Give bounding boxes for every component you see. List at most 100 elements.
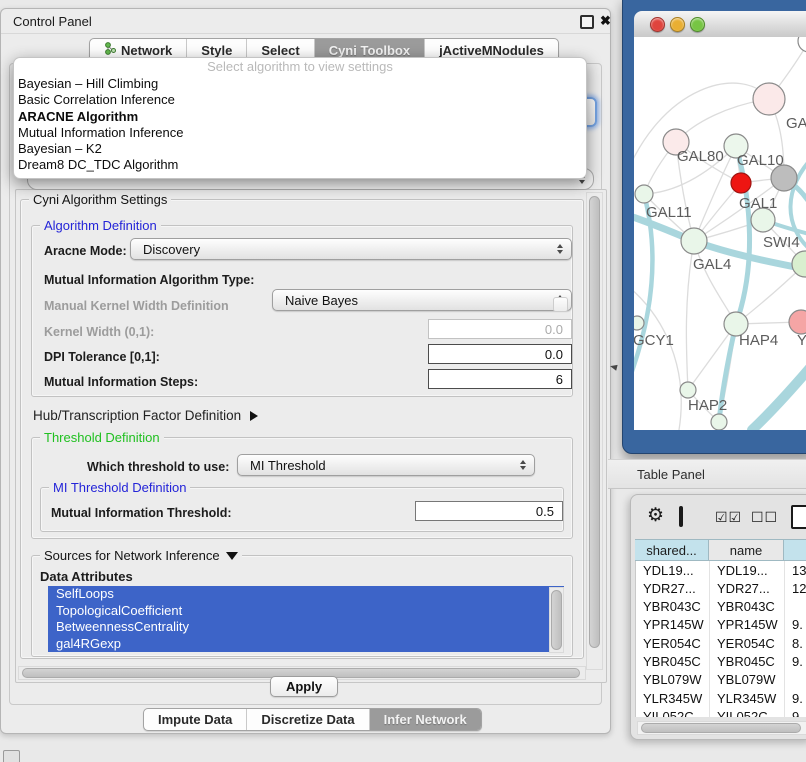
- table-cell: 9.: [785, 616, 806, 634]
- screen: Control Panel ✖ NetworkStyleSelectCyni T…: [0, 0, 806, 762]
- tab-label: jActiveMNodules: [439, 43, 544, 58]
- data-attributes-list[interactable]: SelfLoopsTopologicalCoefficientBetweenne…: [48, 586, 564, 652]
- control-panel-titlebar[interactable]: Control Panel ✖: [1, 9, 610, 34]
- table-row[interactable]: YDL19...YDL19...13: [636, 561, 806, 579]
- tab-label: Cyni Toolbox: [329, 43, 410, 58]
- network-canvas[interactable]: GALGAL80GAL10GAL1GAL11SWI4GAL4GCY1HAP4YH…: [634, 37, 806, 430]
- table-cell: YDR27...: [710, 579, 785, 597]
- algorithm-option-mutual-information-inference[interactable]: Mutual Information Inference: [14, 125, 586, 141]
- table-row[interactable]: YLR345WYLR345W9.: [636, 689, 806, 707]
- network-node-gal4[interactable]: [681, 228, 707, 254]
- table-row[interactable]: YPR145WYPR145W9.: [636, 616, 806, 634]
- algorithm-option-aracne-algorithm[interactable]: ARACNE Algorithm: [14, 109, 586, 125]
- apply-button-label: Apply: [286, 679, 322, 694]
- table-cell: YDL19...: [636, 561, 710, 579]
- table-cell: YER054C: [636, 634, 710, 652]
- table-header: shared...name: [635, 539, 806, 561]
- panel-title: Control Panel: [13, 14, 92, 29]
- table-row[interactable]: YBR045CYBR045C9.: [636, 652, 806, 670]
- table-panel-bar[interactable]: Table Panel: [608, 459, 806, 489]
- table-window: ⚙ ☑☑ ☐☐ shared...name YDL19...YDL19...13…: [630, 494, 806, 740]
- collapsed-panel-icon[interactable]: [3, 750, 20, 762]
- mi-steps-field[interactable]: 6: [428, 369, 572, 389]
- minimize-traffic-light[interactable]: [670, 17, 685, 32]
- attribute-gal4rgexp[interactable]: gal4RGexp: [48, 636, 564, 652]
- node-label-gal1: GAL1: [739, 195, 777, 212]
- zoom-traffic-light[interactable]: [690, 17, 705, 32]
- column-header-name[interactable]: name: [709, 539, 784, 561]
- node-label-gal4: GAL4: [693, 256, 731, 273]
- algorithm-option-bayesian-k2[interactable]: Bayesian – K2: [14, 141, 586, 157]
- kernel-width-field[interactable]: 0.0: [428, 319, 572, 339]
- network-node-unlabeled[interactable]: [711, 414, 727, 430]
- table-cell: YBR043C: [636, 598, 710, 616]
- tab-infer-network[interactable]: Infer Network: [370, 709, 481, 730]
- network-node-gcy1[interactable]: [634, 316, 644, 330]
- dpi-tolerance-field[interactable]: 0.0: [428, 344, 572, 364]
- hub-definition-expander[interactable]: Hub/Transcription Factor Definition: [33, 408, 258, 423]
- mi-type-label: Mutual Information Algorithm Type:: [44, 273, 254, 287]
- mi-threshold-field[interactable]: 0.5: [415, 501, 563, 521]
- tab-discretize-data[interactable]: Discretize Data: [247, 709, 369, 730]
- algorithm-option-dream8-dc-tdc-algorithm[interactable]: Dream8 DC_TDC Algorithm: [14, 157, 586, 173]
- float-icon[interactable]: [580, 15, 594, 29]
- node-label-gcy1: GCY1: [634, 332, 674, 349]
- algorithm-option-basic-correlation-inference[interactable]: Basic Correlation Inference: [14, 92, 586, 108]
- network-node-unlabeled[interactable]: [731, 173, 751, 193]
- attributes-scrollbar[interactable]: [549, 587, 564, 653]
- table-row[interactable]: YIL052CYIL052C9.: [636, 707, 806, 717]
- table-row[interactable]: YDR27...YDR27...12: [636, 579, 806, 597]
- cyni-settings-group: Cyni Algorithm Settings Algorithm Defini…: [20, 199, 584, 659]
- network-node-gal11[interactable]: [635, 185, 653, 203]
- threshold-definition-group: Threshold Definition Which threshold to …: [31, 437, 573, 539]
- network-node-gal[interactable]: [753, 83, 785, 115]
- close-icon[interactable]: ✖: [600, 14, 611, 27]
- sources-title[interactable]: Sources for Network Inference: [40, 548, 242, 563]
- table-row[interactable]: YER054CYER054C8.: [636, 634, 806, 652]
- manual-kernel-label: Manual Kernel Width Definition: [44, 299, 229, 313]
- network-node-swi4[interactable]: [792, 251, 806, 277]
- tab-label: Infer Network: [384, 712, 467, 727]
- node-label-hap2: HAP2: [688, 397, 727, 414]
- select-all-checkboxes-icon[interactable]: ☑☑: [715, 510, 742, 524]
- column-header-2[interactable]: [784, 539, 806, 561]
- network-window-titlebar[interactable]: [634, 11, 806, 38]
- algorithm-popup-placeholder: Select algorithm to view settings: [14, 58, 586, 76]
- table-h-scrollbar[interactable]: [637, 721, 806, 735]
- table-row[interactable]: YBL079WYBL079W: [636, 671, 806, 689]
- mi-type-combo[interactable]: Naive Bayes: [272, 289, 572, 311]
- gear-icon[interactable]: ⚙: [647, 506, 664, 525]
- mi-steps-value: 6: [556, 372, 563, 387]
- which-threshold-combo[interactable]: MI Threshold: [237, 454, 535, 476]
- attribute-betweennesscentrality[interactable]: BetweennessCentrality: [48, 619, 564, 636]
- manual-kernel-checkbox[interactable]: [553, 297, 568, 312]
- expander-arrow-icon: [250, 411, 258, 421]
- node-label-gal80: GAL80: [677, 148, 724, 165]
- network-node-y[interactable]: [789, 310, 806, 334]
- function-builder-icon[interactable]: [791, 505, 806, 529]
- close-traffic-light[interactable]: [650, 17, 665, 32]
- combo-arrows-icon: [520, 460, 526, 470]
- table-cell: 8.: [785, 634, 806, 652]
- node-label-hap4: HAP4: [739, 332, 778, 349]
- apply-button[interactable]: Apply: [270, 676, 338, 697]
- aracne-mode-combo[interactable]: Discovery: [130, 238, 572, 260]
- attribute-topologicalcoefficient[interactable]: TopologicalCoefficient: [48, 603, 564, 620]
- node-label-gal: GAL: [786, 115, 806, 132]
- algorithm-option-bayesian-hill-climbing[interactable]: Bayesian – Hill Climbing: [14, 76, 586, 92]
- network-node-unlabeled[interactable]: [798, 37, 806, 52]
- table-body[interactable]: YDL19...YDL19...13YDR27...YDR27...12YBR0…: [635, 561, 806, 717]
- column-header-shared[interactable]: shared...: [635, 539, 709, 561]
- cyni-settings-title: Cyni Algorithm Settings: [29, 192, 171, 207]
- which-threshold-label: Which threshold to use:: [87, 460, 229, 474]
- table-cell: YBL079W: [710, 671, 785, 689]
- table-cell: [785, 671, 806, 689]
- attribute-selfloops[interactable]: SelfLoops: [48, 586, 564, 603]
- settings-v-scrollbar[interactable]: [586, 192, 603, 670]
- table-row[interactable]: YBR043CYBR043C: [636, 598, 806, 616]
- columns-icon[interactable]: [679, 506, 683, 527]
- mi-threshold-group-title: MI Threshold Definition: [49, 480, 190, 495]
- deselect-all-checkboxes-icon[interactable]: ☐☐: [751, 510, 778, 524]
- tab-impute-data[interactable]: Impute Data: [144, 709, 247, 730]
- network-node-hap2[interactable]: [680, 382, 696, 398]
